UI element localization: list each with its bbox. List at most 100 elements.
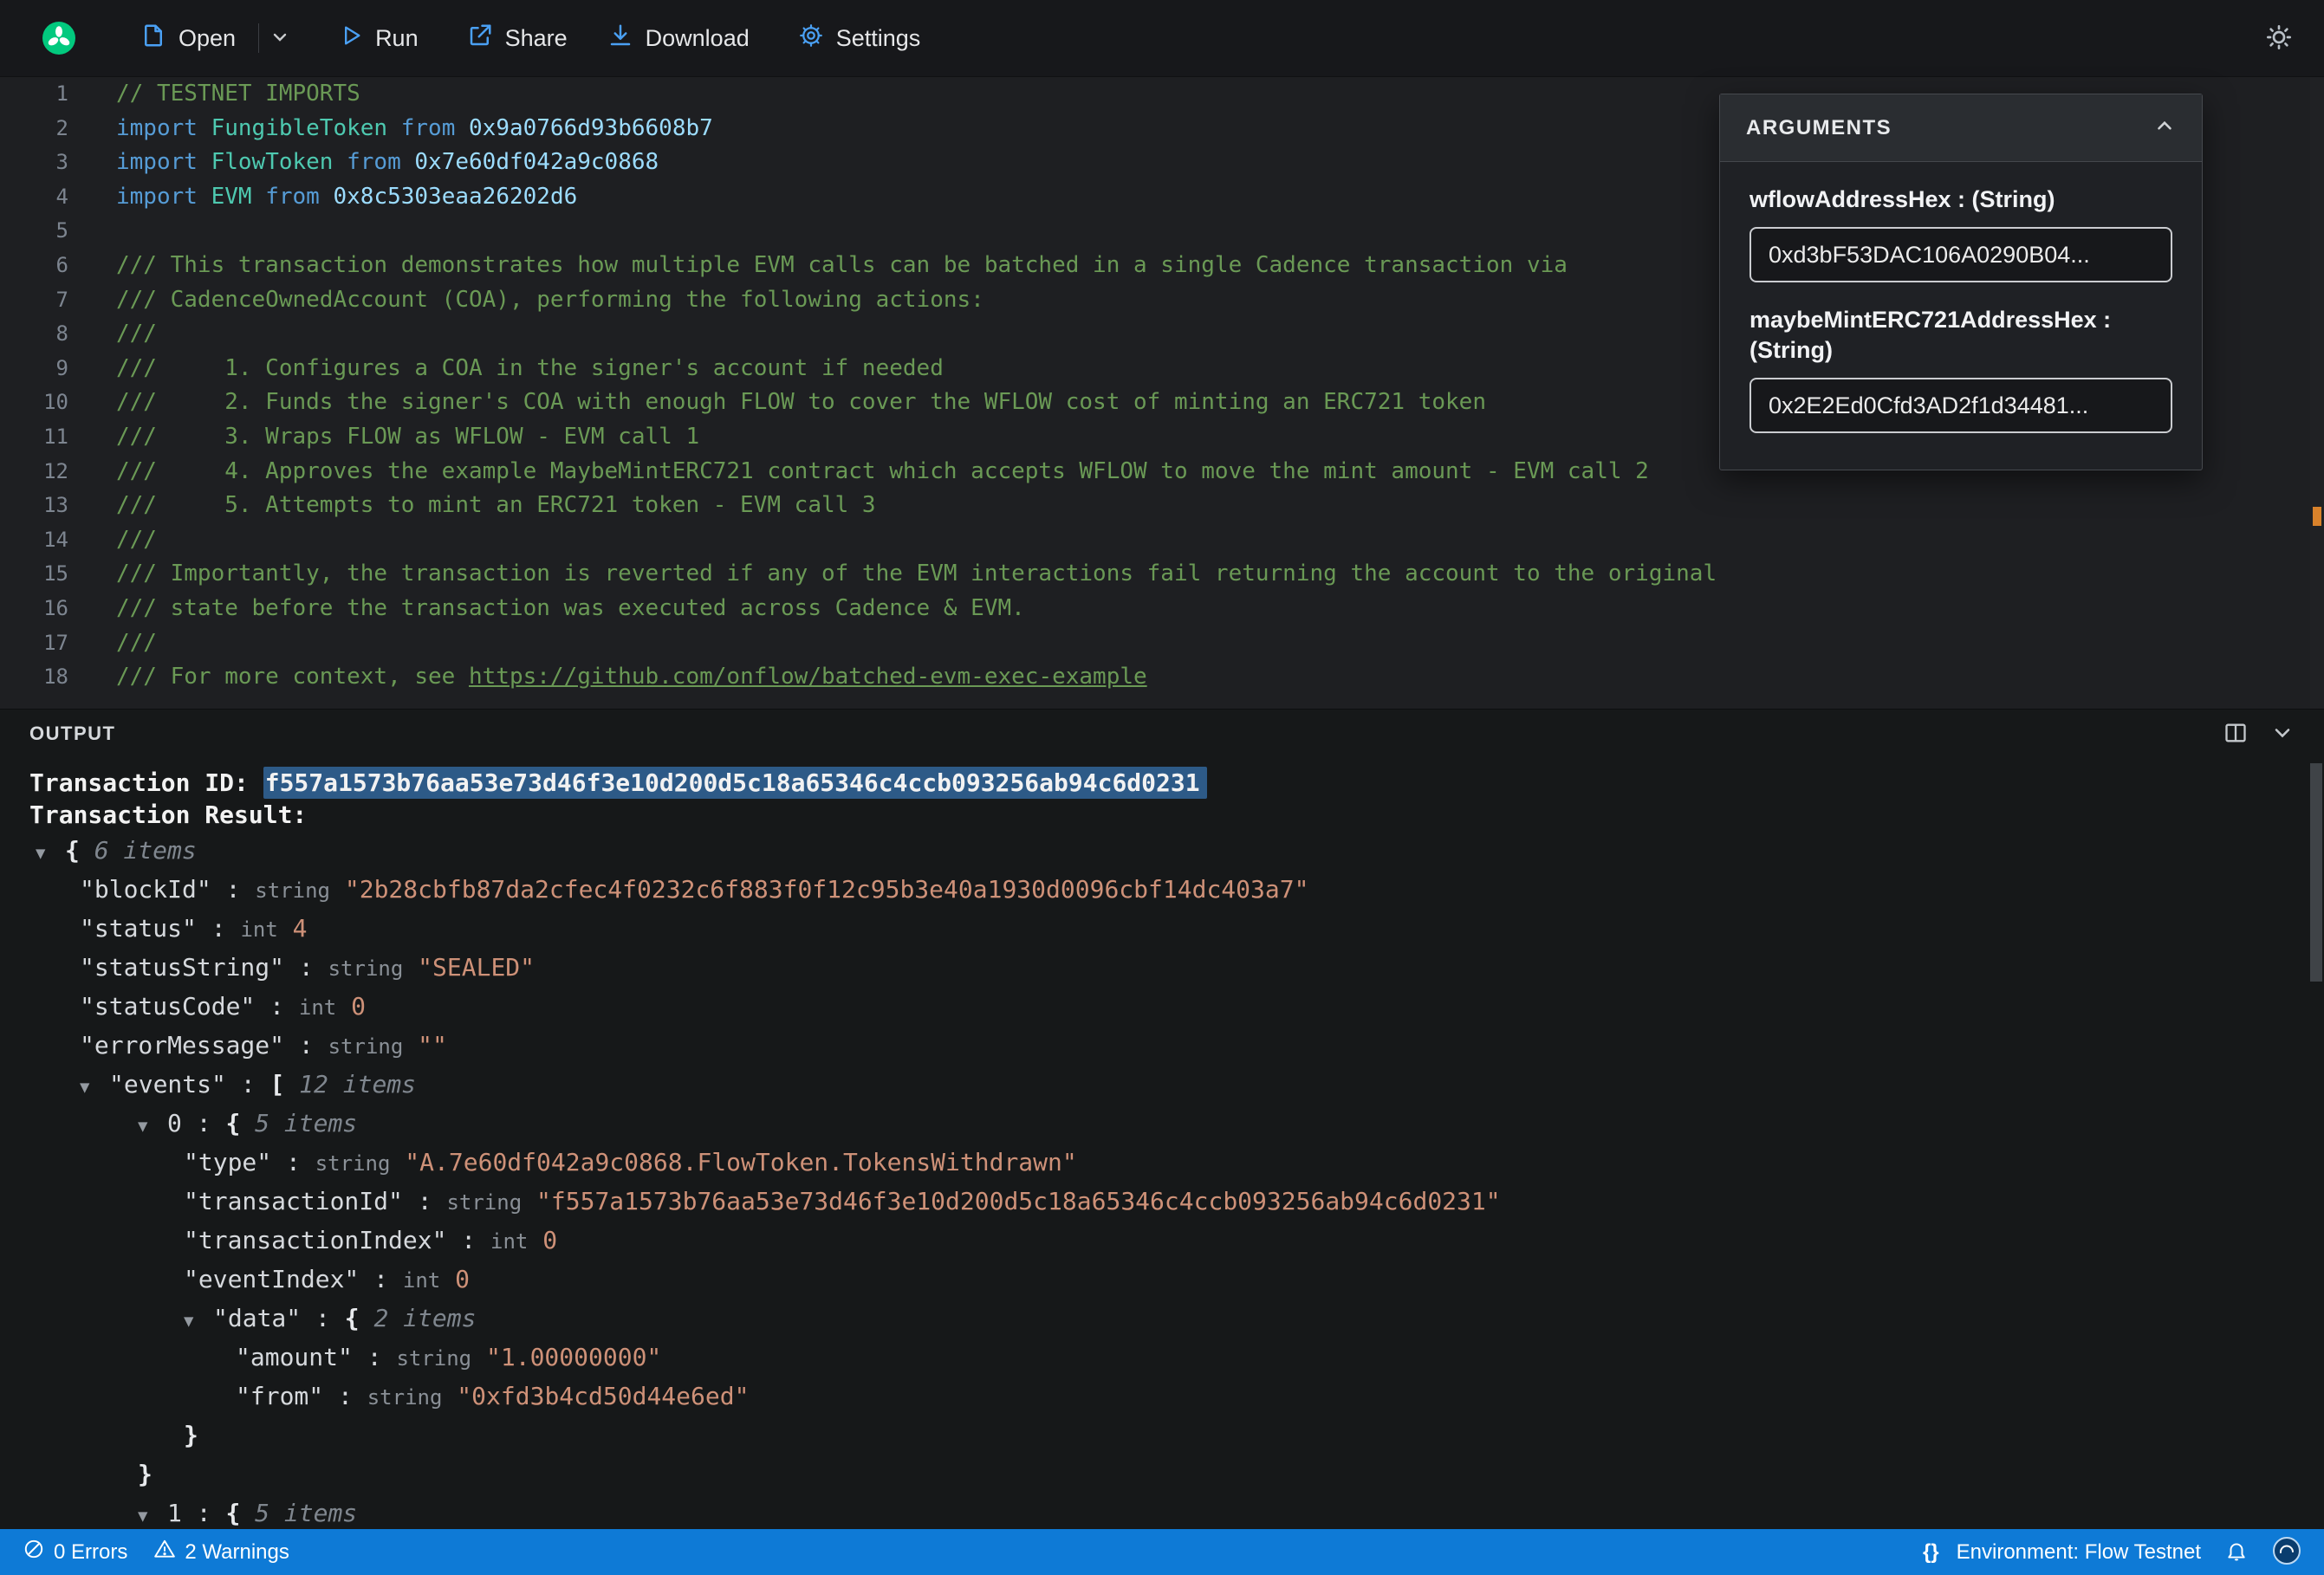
chevron-down-icon <box>2270 721 2295 748</box>
json-tree: ▼{ 6 items "blockId" : string "2b28cbfb87… <box>0 831 2295 1533</box>
line-number: 17 <box>43 630 68 655</box>
transaction-id-line: Transaction ID: f557a1573b76aa53e73d46f3… <box>0 767 2295 799</box>
line-number: 14 <box>43 527 68 552</box>
share-icon <box>467 23 493 55</box>
environment-label: Environment: Flow Testnet <box>1956 1539 2201 1564</box>
collapse-arrow-icon[interactable]: ▼ <box>184 1302 213 1341</box>
download-label: Download <box>645 24 750 51</box>
line-number: 8 <box>55 321 68 347</box>
settings-label: Settings <box>835 24 921 51</box>
json-tree-row: ▼ 1 : { 5 items <box>0 1494 2295 1533</box>
line-number: 18 <box>43 664 68 690</box>
split-panel-button[interactable] <box>2223 721 2248 748</box>
play-icon <box>339 23 363 54</box>
json-tree-row: "transactionIndex" : int 0 <box>184 1226 558 1254</box>
json-tree-row: ▼ "events" : [ 12 items <box>0 1065 2295 1104</box>
line-number: 11 <box>43 424 68 449</box>
line-number: 9 <box>55 355 68 380</box>
arguments-panel: ARGUMENTS wflowAddressHex : (String) may… <box>1719 94 2203 471</box>
status-bar: 0 Errors 2 Warnings {} Environment: Flow… <box>0 1529 2324 1575</box>
code-line[interactable]: 16/// state before the transaction was e… <box>0 592 2324 626</box>
arguments-title: ARGUMENTS <box>1746 115 1892 139</box>
warning-icon <box>153 1538 176 1566</box>
json-tree-row: ▼ 0 : { 5 items <box>0 1104 2295 1143</box>
json-tree-row: "blockId" : string "2b28cbfb87da2cfec4f0… <box>80 875 1309 904</box>
errors-indicator[interactable]: 0 Errors <box>23 1538 127 1566</box>
json-tree-row: "statusString" : string "SEALED" <box>80 953 536 982</box>
code-line[interactable]: 14/// <box>0 523 2324 558</box>
line-number: 3 <box>55 150 68 175</box>
line-number: 5 <box>55 218 68 243</box>
line-number: 6 <box>55 252 68 277</box>
warnings-count: 2 Warnings <box>185 1539 289 1564</box>
code-line[interactable]: 17/// <box>0 626 2324 661</box>
scrollbar-warning-marker <box>2313 507 2321 526</box>
toolbar-divider <box>258 23 260 53</box>
code-line[interactable]: 13/// 5. Attempts to mint an ERC721 toke… <box>0 489 2324 523</box>
environment-indicator[interactable]: {} Environment: Flow Testnet <box>1923 1540 2201 1565</box>
settings-button[interactable]: Settings <box>798 23 921 55</box>
warnings-indicator[interactable]: 2 Warnings <box>153 1538 289 1566</box>
share-button[interactable]: Share <box>467 23 568 55</box>
flow-logo[interactable] <box>42 21 76 55</box>
json-tree-row: "statusCode" : int 0 <box>80 992 366 1021</box>
code-line[interactable]: 18/// For more context, see https://gith… <box>0 660 2324 695</box>
open-button[interactable]: Open <box>140 23 236 55</box>
json-tree-row: "from" : string "0xfd3b4cd50d44e6ed" <box>236 1382 750 1410</box>
json-tree-row: "status" : int 4 <box>80 914 308 943</box>
run-label: Run <box>375 24 419 51</box>
json-tree-row: "eventIndex" : int 0 <box>184 1265 470 1293</box>
output-header: OUTPUT <box>0 710 2324 758</box>
line-number: 12 <box>43 458 68 483</box>
chevron-up-icon[interactable] <box>2153 114 2176 141</box>
line-number: 2 <box>55 115 68 140</box>
json-tree-row: "amount" : string "1.00000000" <box>236 1343 662 1371</box>
braces-icon: {} <box>1922 1539 1939 1564</box>
argument-label-maybemint: maybeMintERC721AddressHex : (String) <box>1749 307 2112 364</box>
collapse-arrow-icon[interactable]: ▼ <box>138 1107 167 1146</box>
arguments-panel-body: wflowAddressHex : (String) maybeMintERC7… <box>1720 162 2202 470</box>
json-tree-row: "type" : string "A.7e60df042a9c0868.Flow… <box>184 1148 1077 1176</box>
transaction-id-value: f557a1573b76aa53e73d46f3e10d200d5c18a653… <box>263 767 1207 799</box>
json-tree-row: } <box>184 1421 198 1449</box>
argument-input-wflow[interactable] <box>1749 227 2172 283</box>
transaction-result-label: Transaction Result: <box>29 800 308 829</box>
code-line[interactable]: 15/// Importantly, the transaction is re… <box>0 557 2324 592</box>
download-button[interactable]: Download <box>607 23 750 55</box>
collapse-arrow-icon[interactable]: ▼ <box>80 1068 109 1107</box>
json-tree-row: "errorMessage" : string "" <box>80 1031 447 1060</box>
open-label: Open <box>179 24 237 51</box>
line-number: 10 <box>43 390 68 415</box>
line-number: 7 <box>55 287 68 312</box>
json-tree-row: ▼{ 6 items <box>0 831 2295 870</box>
errors-count: 0 Errors <box>54 1539 128 1564</box>
collapse-output-button[interactable] <box>2270 721 2295 748</box>
line-number: 16 <box>43 595 68 620</box>
error-icon <box>23 1538 45 1566</box>
json-tree-row: "transactionId" : string "f557a1573b76aa… <box>184 1187 1501 1215</box>
argument-input-maybemint[interactable] <box>1749 378 2172 434</box>
editor-scrollbar[interactable] <box>2310 77 2324 709</box>
collapse-arrow-icon[interactable]: ▼ <box>36 834 65 873</box>
notifications-button[interactable] <box>2225 1539 2248 1565</box>
transaction-id-label: Transaction ID: <box>29 768 263 797</box>
download-icon <box>607 23 633 55</box>
arguments-panel-header[interactable]: ARGUMENTS <box>1720 94 2202 162</box>
run-button[interactable]: Run <box>339 23 419 54</box>
line-number: 15 <box>43 561 68 587</box>
json-tree-row: } <box>138 1460 153 1488</box>
output-title: OUTPUT <box>29 723 116 744</box>
output-scrollbar-thumb[interactable] <box>2310 763 2322 982</box>
output-body: Transaction ID: f557a1573b76aa53e73d46f3… <box>0 758 2324 1533</box>
line-number: 13 <box>43 493 68 518</box>
output-panel: OUTPUT Transaction ID: f557a1573b76aa53e… <box>0 709 2324 1529</box>
line-number: 1 <box>55 81 68 106</box>
app: { "toolbar": { "open": "Open", "run": "R… <box>0 0 2324 1575</box>
gear-icon <box>798 23 824 55</box>
open-dropdown-button[interactable] <box>269 27 290 50</box>
status-logo-button[interactable] <box>2272 1536 2301 1568</box>
bell-icon <box>2225 1539 2248 1565</box>
sun-icon <box>2265 23 2293 54</box>
share-label: Share <box>504 24 568 51</box>
theme-toggle-button[interactable] <box>2265 23 2293 54</box>
